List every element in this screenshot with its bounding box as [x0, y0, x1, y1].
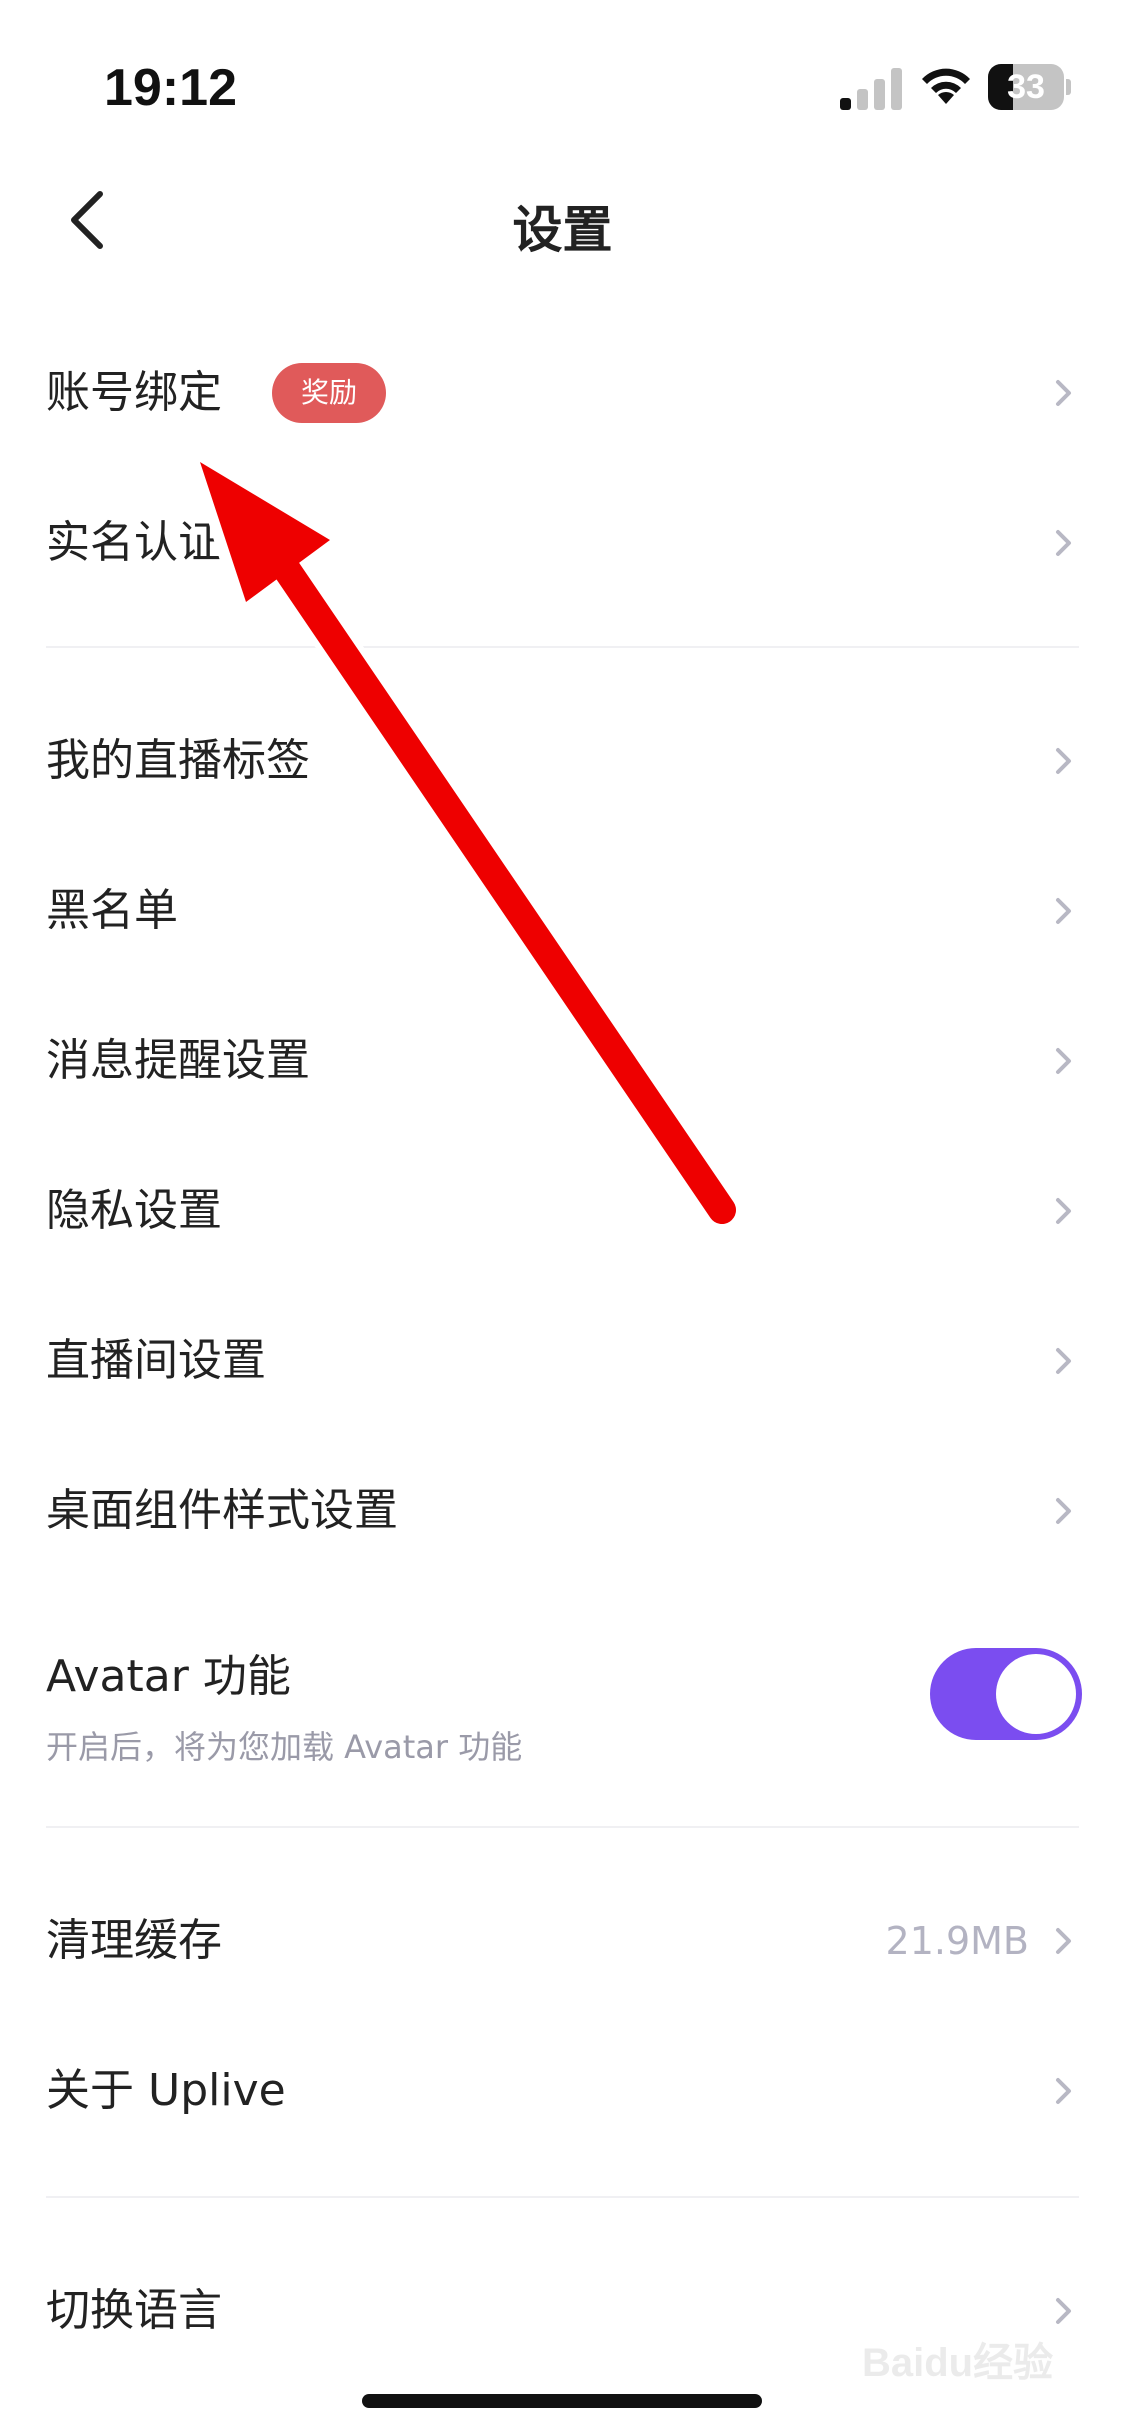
cellular-signal-icon	[840, 68, 902, 110]
row-label: 账号绑定	[46, 367, 222, 418]
row-live-tags[interactable]: 我的直播标签	[0, 686, 1125, 836]
chevron-right-icon	[1056, 530, 1071, 556]
divider	[46, 646, 1079, 648]
avatar-subtitle: 开启后，将为您加载 Avatar 功能	[46, 1728, 523, 1766]
chevron-right-icon	[1056, 2298, 1071, 2324]
divider	[46, 1826, 1079, 1828]
status-bar: 19:12 33	[0, 0, 1125, 150]
home-indicator	[362, 2394, 762, 2408]
row-label: 黑名单	[46, 885, 178, 936]
chevron-right-icon	[1056, 1198, 1071, 1224]
row-label: 隐私设置	[46, 1185, 222, 1236]
row-privacy-settings[interactable]: 隐私设置	[0, 1136, 1125, 1286]
chevron-right-icon	[1056, 1048, 1071, 1074]
toggle-knob	[996, 1654, 1076, 1734]
battery-percent: 33	[1007, 68, 1045, 106]
row-live-room-settings[interactable]: 直播间设置	[0, 1286, 1125, 1436]
row-label: 直播间设置	[46, 1335, 266, 1386]
divider	[46, 2196, 1079, 2198]
row-avatar-feature: Avatar 功能 开启后，将为您加载 Avatar 功能	[0, 1612, 1125, 1802]
row-label: 我的直播标签	[46, 735, 310, 786]
avatar-title: Avatar 功能	[46, 1651, 291, 1702]
battery-icon: 33	[988, 64, 1072, 110]
row-label: 切换语言	[46, 2285, 222, 2336]
row-clear-cache[interactable]: 清理缓存 21.9MB	[0, 1866, 1125, 2016]
row-label: 消息提醒设置	[46, 1035, 310, 1086]
wifi-icon	[922, 68, 970, 104]
row-label: 桌面组件样式设置	[46, 1485, 398, 1536]
status-time: 19:12	[104, 59, 237, 117]
chevron-right-icon	[1056, 380, 1071, 406]
row-about[interactable]: 关于 Uplive	[0, 2016, 1125, 2166]
reward-badge: 奖励	[272, 363, 386, 423]
chevron-right-icon	[1056, 898, 1071, 924]
nav-bar: 设置	[0, 160, 1125, 280]
cache-size: 21.9MB	[885, 1919, 1029, 1963]
chevron-right-icon	[1056, 1498, 1071, 1524]
row-label: 关于 Uplive	[46, 2065, 286, 2116]
row-label: 实名认证	[46, 517, 222, 568]
row-label: 清理缓存	[46, 1915, 222, 1966]
watermark: Baidu经验	[862, 2330, 1062, 2390]
chevron-right-icon	[1056, 1928, 1071, 1954]
chevron-right-icon	[1056, 1348, 1071, 1374]
chevron-right-icon	[1056, 748, 1071, 774]
avatar-toggle[interactable]	[930, 1648, 1082, 1740]
row-blacklist[interactable]: 黑名单	[0, 836, 1125, 986]
row-notification-settings[interactable]: 消息提醒设置	[0, 986, 1125, 1136]
page-title: 设置	[512, 201, 613, 259]
row-real-name-verification[interactable]: 实名认证	[0, 468, 1125, 618]
chevron-right-icon	[1056, 2078, 1071, 2104]
watermark-text: Baidu经验	[862, 2341, 1054, 2385]
row-widget-style-settings[interactable]: 桌面组件样式设置	[0, 1436, 1125, 1586]
row-account-binding[interactable]: 账号绑定 奖励	[0, 318, 1125, 468]
